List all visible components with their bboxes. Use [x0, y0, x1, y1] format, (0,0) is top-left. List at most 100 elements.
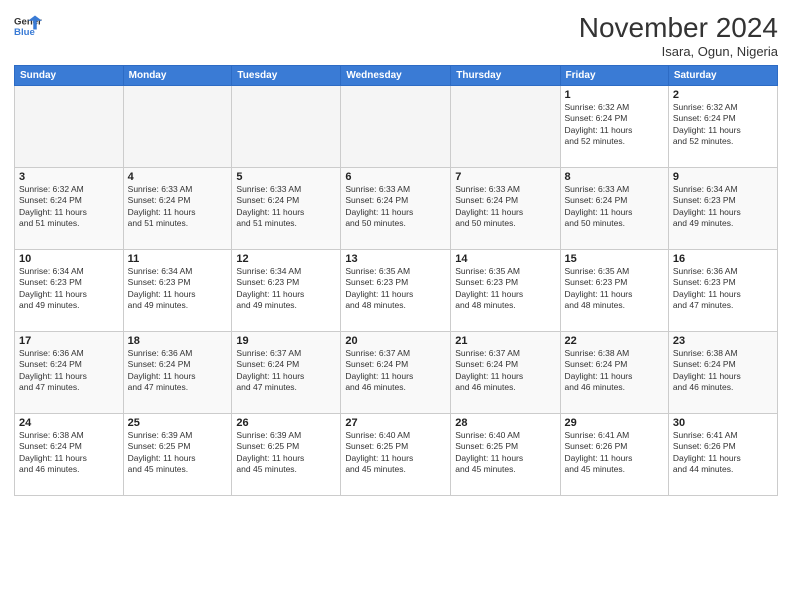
col-sunday: Sunday [15, 66, 124, 86]
day-number: 23 [673, 335, 773, 347]
day-number: 2 [673, 89, 773, 101]
day-number: 22 [565, 335, 664, 347]
day-info: Sunrise: 6:38 AMSunset: 6:24 PMDaylight:… [673, 348, 773, 394]
day-number: 19 [236, 335, 336, 347]
table-row: 12Sunrise: 6:34 AMSunset: 6:23 PMDayligh… [232, 250, 341, 332]
day-number: 6 [345, 171, 446, 183]
day-number: 9 [673, 171, 773, 183]
day-info: Sunrise: 6:37 AMSunset: 6:24 PMDaylight:… [455, 348, 555, 394]
title-block: November 2024 Isara, Ogun, Nigeria [579, 12, 778, 59]
table-row: 16Sunrise: 6:36 AMSunset: 6:23 PMDayligh… [668, 250, 777, 332]
table-row: 27Sunrise: 6:40 AMSunset: 6:25 PMDayligh… [341, 414, 451, 496]
table-row: 26Sunrise: 6:39 AMSunset: 6:25 PMDayligh… [232, 414, 341, 496]
day-info: Sunrise: 6:39 AMSunset: 6:25 PMDaylight:… [128, 430, 228, 476]
day-info: Sunrise: 6:35 AMSunset: 6:23 PMDaylight:… [455, 266, 555, 312]
col-thursday: Thursday [451, 66, 560, 86]
week-row-3: 17Sunrise: 6:36 AMSunset: 6:24 PMDayligh… [15, 332, 778, 414]
table-row: 3Sunrise: 6:32 AMSunset: 6:24 PMDaylight… [15, 168, 124, 250]
day-info: Sunrise: 6:36 AMSunset: 6:24 PMDaylight:… [19, 348, 119, 394]
week-row-4: 24Sunrise: 6:38 AMSunset: 6:24 PMDayligh… [15, 414, 778, 496]
day-number: 14 [455, 253, 555, 265]
table-row: 15Sunrise: 6:35 AMSunset: 6:23 PMDayligh… [560, 250, 668, 332]
day-number: 18 [128, 335, 228, 347]
day-number: 28 [455, 417, 555, 429]
day-info: Sunrise: 6:40 AMSunset: 6:25 PMDaylight:… [455, 430, 555, 476]
day-number: 27 [345, 417, 446, 429]
day-number: 17 [19, 335, 119, 347]
day-number: 1 [565, 89, 664, 101]
table-row: 23Sunrise: 6:38 AMSunset: 6:24 PMDayligh… [668, 332, 777, 414]
svg-text:Blue: Blue [14, 27, 35, 38]
table-row: 5Sunrise: 6:33 AMSunset: 6:24 PMDaylight… [232, 168, 341, 250]
col-friday: Friday [560, 66, 668, 86]
day-info: Sunrise: 6:37 AMSunset: 6:24 PMDaylight:… [236, 348, 336, 394]
table-row: 10Sunrise: 6:34 AMSunset: 6:23 PMDayligh… [15, 250, 124, 332]
day-info: Sunrise: 6:38 AMSunset: 6:24 PMDaylight:… [19, 430, 119, 476]
day-info: Sunrise: 6:36 AMSunset: 6:23 PMDaylight:… [673, 266, 773, 312]
col-saturday: Saturday [668, 66, 777, 86]
table-row: 20Sunrise: 6:37 AMSunset: 6:24 PMDayligh… [341, 332, 451, 414]
day-number: 21 [455, 335, 555, 347]
table-row [232, 86, 341, 168]
page: General Blue November 2024 Isara, Ogun, … [0, 0, 792, 612]
day-info: Sunrise: 6:35 AMSunset: 6:23 PMDaylight:… [565, 266, 664, 312]
location: Isara, Ogun, Nigeria [579, 44, 778, 59]
day-info: Sunrise: 6:33 AMSunset: 6:24 PMDaylight:… [565, 184, 664, 230]
day-info: Sunrise: 6:38 AMSunset: 6:24 PMDaylight:… [565, 348, 664, 394]
day-info: Sunrise: 6:41 AMSunset: 6:26 PMDaylight:… [673, 430, 773, 476]
table-row: 11Sunrise: 6:34 AMSunset: 6:23 PMDayligh… [123, 250, 232, 332]
day-info: Sunrise: 6:33 AMSunset: 6:24 PMDaylight:… [345, 184, 446, 230]
day-number: 13 [345, 253, 446, 265]
calendar-header-row: Sunday Monday Tuesday Wednesday Thursday… [15, 66, 778, 86]
table-row: 21Sunrise: 6:37 AMSunset: 6:24 PMDayligh… [451, 332, 560, 414]
day-info: Sunrise: 6:35 AMSunset: 6:23 PMDaylight:… [345, 266, 446, 312]
week-row-2: 10Sunrise: 6:34 AMSunset: 6:23 PMDayligh… [15, 250, 778, 332]
day-number: 5 [236, 171, 336, 183]
week-row-1: 3Sunrise: 6:32 AMSunset: 6:24 PMDaylight… [15, 168, 778, 250]
day-info: Sunrise: 6:34 AMSunset: 6:23 PMDaylight:… [673, 184, 773, 230]
day-number: 7 [455, 171, 555, 183]
day-info: Sunrise: 6:41 AMSunset: 6:26 PMDaylight:… [565, 430, 664, 476]
day-info: Sunrise: 6:32 AMSunset: 6:24 PMDaylight:… [673, 102, 773, 148]
col-monday: Monday [123, 66, 232, 86]
header: General Blue November 2024 Isara, Ogun, … [14, 12, 778, 59]
day-number: 4 [128, 171, 228, 183]
day-number: 10 [19, 253, 119, 265]
day-number: 29 [565, 417, 664, 429]
day-number: 11 [128, 253, 228, 265]
table-row: 2Sunrise: 6:32 AMSunset: 6:24 PMDaylight… [668, 86, 777, 168]
day-number: 30 [673, 417, 773, 429]
day-info: Sunrise: 6:34 AMSunset: 6:23 PMDaylight:… [236, 266, 336, 312]
logo-icon: General Blue [14, 12, 42, 40]
table-row: 30Sunrise: 6:41 AMSunset: 6:26 PMDayligh… [668, 414, 777, 496]
day-number: 15 [565, 253, 664, 265]
day-number: 16 [673, 253, 773, 265]
day-info: Sunrise: 6:34 AMSunset: 6:23 PMDaylight:… [19, 266, 119, 312]
table-row: 29Sunrise: 6:41 AMSunset: 6:26 PMDayligh… [560, 414, 668, 496]
table-row: 1Sunrise: 6:32 AMSunset: 6:24 PMDaylight… [560, 86, 668, 168]
table-row [451, 86, 560, 168]
table-row: 9Sunrise: 6:34 AMSunset: 6:23 PMDaylight… [668, 168, 777, 250]
table-row [15, 86, 124, 168]
week-row-0: 1Sunrise: 6:32 AMSunset: 6:24 PMDaylight… [15, 86, 778, 168]
table-row: 25Sunrise: 6:39 AMSunset: 6:25 PMDayligh… [123, 414, 232, 496]
day-number: 26 [236, 417, 336, 429]
col-tuesday: Tuesday [232, 66, 341, 86]
calendar: Sunday Monday Tuesday Wednesday Thursday… [14, 65, 778, 496]
day-number: 12 [236, 253, 336, 265]
table-row: 22Sunrise: 6:38 AMSunset: 6:24 PMDayligh… [560, 332, 668, 414]
day-number: 25 [128, 417, 228, 429]
month-title: November 2024 [579, 12, 778, 44]
table-row: 13Sunrise: 6:35 AMSunset: 6:23 PMDayligh… [341, 250, 451, 332]
table-row: 28Sunrise: 6:40 AMSunset: 6:25 PMDayligh… [451, 414, 560, 496]
table-row [341, 86, 451, 168]
day-info: Sunrise: 6:32 AMSunset: 6:24 PMDaylight:… [565, 102, 664, 148]
table-row: 18Sunrise: 6:36 AMSunset: 6:24 PMDayligh… [123, 332, 232, 414]
table-row: 6Sunrise: 6:33 AMSunset: 6:24 PMDaylight… [341, 168, 451, 250]
day-number: 3 [19, 171, 119, 183]
table-row: 8Sunrise: 6:33 AMSunset: 6:24 PMDaylight… [560, 168, 668, 250]
day-info: Sunrise: 6:33 AMSunset: 6:24 PMDaylight:… [128, 184, 228, 230]
day-info: Sunrise: 6:33 AMSunset: 6:24 PMDaylight:… [455, 184, 555, 230]
col-wednesday: Wednesday [341, 66, 451, 86]
day-number: 8 [565, 171, 664, 183]
